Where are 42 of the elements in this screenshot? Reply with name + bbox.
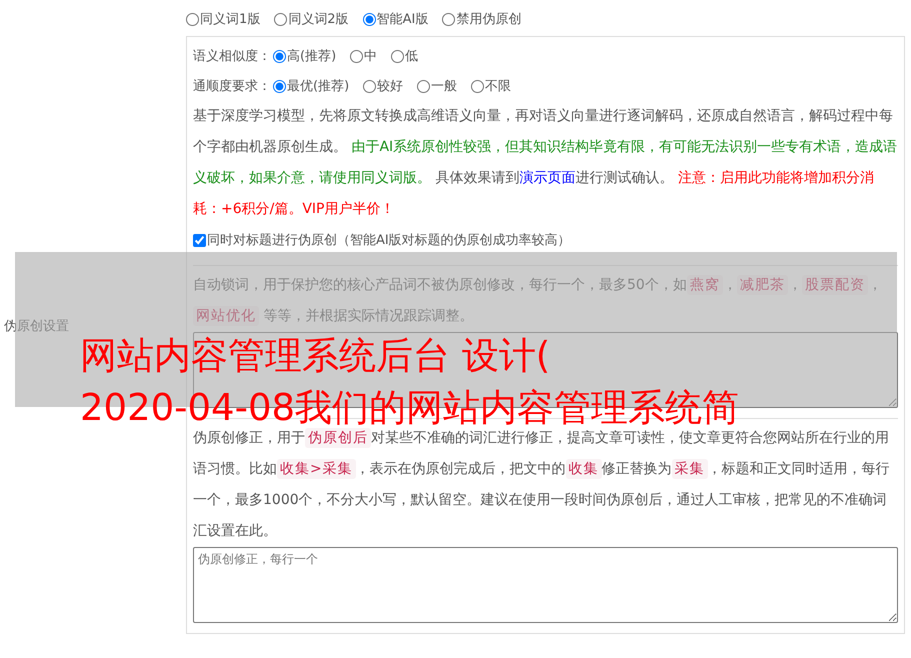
banner-title-line: 2020-04-08我们的网站内容管理系统简 (80, 385, 740, 430)
correction-description: 伪原创修正，用于 伪原创后 对某些不准确的词汇进行修正，提高文章可读性，使文章更符合您网站所在行业的用语习惯。比如 收集>采集 ，表示在伪原创完成后，把文中的 收集 修正替换为 采集 ，标题和正文同时适用，每行一个，最多1000个，不分大小写，默认留空。建议在使用一段时间伪原创后，通过人工审核，把常见的不准确词汇设置在此。 (193, 427, 891, 541)
radio-button[interactable] (186, 12, 199, 26)
keyword-tag: 减肥茶 (736, 275, 788, 295)
keyword-tag: 收集 (566, 459, 602, 479)
banner-title-line: 网站内容管理系统后台 设计( (80, 333, 550, 379)
option-label: 同义词2版 (288, 11, 349, 28)
section-label: 伪原创设置 (3, 318, 70, 335)
radio-button[interactable] (273, 50, 286, 62)
radio-button[interactable] (362, 12, 376, 26)
option-label: 一般 (431, 78, 458, 95)
demo-page-link[interactable]: 演示页面 (519, 170, 576, 186)
option-label: 同义词1版 (200, 11, 260, 28)
option-label: 中 (364, 48, 378, 65)
keyword-tag: 燕窝 (686, 275, 723, 295)
checkbox-label: 同时对标题进行伪原创（智能AI版对标题的伪原创成功率较高） (207, 232, 571, 249)
lock-words-description: 自动锁词，用于保护您的核心产品词不被伪原创修改，每行一个，最多50个，如 燕窝 ， 减肥茶 ， 股票配资 ， 网站优化 等等，并根据实际情况跟踪调整。 (193, 274, 883, 328)
option-label: 禁用伪原创 (456, 11, 522, 28)
radio-button[interactable] (350, 50, 364, 62)
correction-field[interactable]: 伪原创修正，每行一个 (193, 547, 898, 623)
option-label: 最优(推荐) (287, 78, 350, 95)
option-label: 高(推荐) (287, 48, 336, 65)
radio-button[interactable] (274, 12, 288, 26)
option-label: 较好 (377, 78, 404, 95)
keyword-tag: 采集 (672, 459, 708, 479)
keyword-tag: 股票配资 (802, 275, 868, 295)
checkbox[interactable] (193, 234, 206, 246)
radio-button[interactable] (363, 80, 376, 92)
ai-description: 基于深度学习模型，先将原文转换成高维语义向量，再对语义向量进行逐词解码，还原成自然语言，解码过程中每个字都由机器原创生成。 由于AI系统原创性较强，但其知识结构毕竟有限，有可能无法识别一些专有术语，造成语义破坏，如果介意，请使用同义词版。 具体效果请到演示页面进行测试确认。 注意：启用此功能将增加积分消耗：+6积分/篇。VIP用户半价！ (193, 107, 898, 219)
keyword-tag: 收集>采集 (277, 459, 356, 479)
keyword-tag: 伪原创后 (305, 428, 371, 448)
fluency-label: 通顺度要求： (193, 78, 271, 95)
option-label: 低 (405, 48, 418, 65)
radio-button[interactable] (391, 50, 404, 62)
radio-button[interactable] (273, 80, 286, 92)
option-label: 不限 (485, 78, 512, 95)
radio-button[interactable] (417, 80, 430, 92)
keyword-tag: 网站优化 (193, 306, 259, 326)
similarity-label: 语义相似度： (193, 48, 271, 65)
radio-button[interactable] (442, 12, 456, 26)
radio-button[interactable] (471, 80, 484, 92)
option-label: 智能AI版 (376, 11, 428, 28)
